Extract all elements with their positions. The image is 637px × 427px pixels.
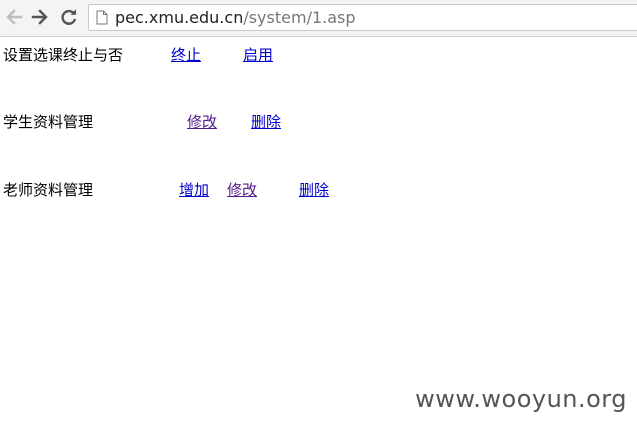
row-label: 学生资料管理	[3, 113, 94, 131]
back-button[interactable]	[3, 6, 25, 28]
row-label: 老师资料管理	[3, 181, 94, 199]
forward-button[interactable]	[29, 6, 51, 28]
student-management-row: 学生资料管理 修改 删除	[0, 111, 637, 133]
edit-student-link[interactable]: 修改	[187, 111, 217, 133]
add-teacher-link[interactable]: 增加	[179, 179, 209, 201]
terminate-link[interactable]: 终止	[171, 44, 201, 66]
row-label: 设置选课终止与否	[3, 46, 124, 64]
page-content: 设置选课终止与否 终止 启用 学生资料管理 修改 删除 老师资料管理 增加 修改…	[0, 37, 637, 427]
browser-toolbar: pec.xmu.edu.cn/system/1.asp	[0, 0, 637, 37]
url-text: pec.xmu.edu.cn/system/1.asp	[115, 8, 356, 28]
course-selection-row: 设置选课终止与否 终止 启用	[0, 44, 637, 66]
arrow-right-icon	[31, 9, 48, 25]
enable-link[interactable]: 启用	[243, 44, 273, 66]
reload-button[interactable]	[58, 6, 80, 28]
url-path: /system/1.asp	[243, 8, 356, 27]
watermark: www.wooyun.org	[415, 385, 627, 413]
page-icon	[96, 10, 108, 25]
teacher-management-row: 老师资料管理 增加 修改 删除	[0, 179, 637, 201]
delete-student-link[interactable]: 删除	[251, 111, 281, 133]
edit-teacher-link[interactable]: 修改	[227, 179, 257, 201]
arrow-left-icon	[6, 9, 23, 25]
reload-icon	[61, 9, 77, 25]
delete-teacher-link[interactable]: 删除	[299, 179, 329, 201]
url-host: pec.xmu.edu.cn	[115, 8, 244, 27]
address-bar[interactable]: pec.xmu.edu.cn/system/1.asp	[88, 4, 637, 31]
